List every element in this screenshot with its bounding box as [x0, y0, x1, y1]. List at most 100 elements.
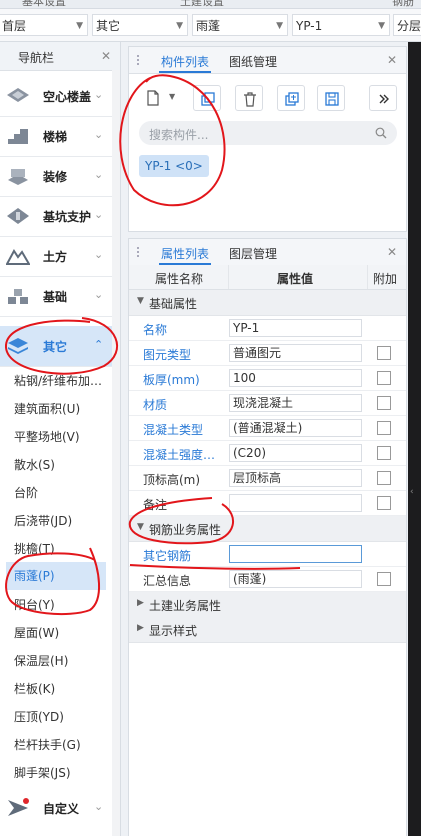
- property-value-field[interactable]: [229, 494, 362, 512]
- nav-subitem[interactable]: 后浇带(JD): [0, 507, 112, 535]
- nav-category-decoration[interactable]: 装修 ⌄: [0, 156, 112, 197]
- section-civil-properties[interactable]: ▶ 土建业务属性: [129, 592, 406, 618]
- tab-property-list[interactable]: 属性列表: [158, 245, 212, 265]
- new-component-button[interactable]: ▼: [139, 85, 181, 111]
- tab-basic-settings[interactable]: 基本设置: [22, 0, 66, 8]
- save-template-button[interactable]: [317, 85, 345, 111]
- nav-category-hollow-floor[interactable]: 空心楼盖 ⌄: [0, 76, 112, 117]
- property-row-other-rebar: 其它钢筋: [129, 542, 406, 567]
- nav-subitem[interactable]: 挑檐(T): [0, 535, 112, 563]
- nav-subitem[interactable]: 建筑面积(U): [0, 395, 112, 423]
- nav-subitem[interactable]: 栏杆扶手(G): [0, 731, 112, 759]
- nav-category-label: 装修: [43, 170, 68, 184]
- chevron-down-icon: ▼: [276, 21, 283, 31]
- nav-subitem[interactable]: 散水(S): [0, 451, 112, 479]
- nav-scrollbar[interactable]: [112, 70, 120, 836]
- category-select[interactable]: 其它 ▼: [92, 14, 188, 36]
- nav-subitem-selected[interactable]: 雨蓬(P): [6, 562, 106, 590]
- property-name: 其它钢筋: [143, 549, 192, 563]
- property-row-material: 材质 现浇混凝土: [129, 391, 406, 416]
- nav-category-foundation[interactable]: 基础 ⌄: [0, 276, 112, 317]
- component-panel-tabs: 构件列表 图纸管理 ✕: [129, 47, 406, 74]
- section-title: 显示样式: [149, 624, 198, 638]
- nav-subitem[interactable]: 保温层(H): [0, 647, 112, 675]
- chevron-down-icon: ⌄: [94, 288, 104, 301]
- nav-category-label: 其它: [43, 340, 68, 354]
- extra-checkbox[interactable]: [377, 371, 391, 385]
- section-rebar-properties[interactable]: ▼ 钢筋业务属性: [129, 516, 406, 542]
- chevron-down-icon[interactable]: ▼: [169, 92, 175, 101]
- close-icon[interactable]: ✕: [101, 49, 111, 63]
- nav-subitem[interactable]: 脚手架(JS): [0, 759, 112, 787]
- nav-category-label: 空心楼盖: [43, 90, 92, 104]
- nav-category-label: 基础: [43, 290, 68, 304]
- nav-category-label: 土方: [43, 250, 68, 264]
- nav-category-label: 楼梯: [43, 130, 68, 144]
- drag-handle[interactable]: [137, 55, 143, 65]
- nav-category-pit-support[interactable]: 基坑支护 ⌄: [0, 196, 112, 237]
- extra-checkbox[interactable]: [377, 446, 391, 460]
- nav-category-custom[interactable]: 自定义 ⌄: [0, 788, 112, 828]
- component-item[interactable]: YP-1 <0>: [139, 155, 209, 177]
- nav-subitem[interactable]: 台阶: [0, 479, 112, 507]
- nav-category-other[interactable]: 其它 ⌃: [0, 326, 112, 367]
- more-tools-button[interactable]: [369, 85, 397, 111]
- close-icon[interactable]: ✕: [387, 245, 397, 259]
- nav-subitem[interactable]: 压顶(YD): [0, 703, 112, 731]
- property-value-field-active[interactable]: [229, 545, 362, 563]
- delete-component-button[interactable]: [235, 85, 263, 111]
- drawing-viewport[interactable]: ‹: [408, 42, 421, 836]
- tab-rebar-settings[interactable]: 钢筋: [392, 0, 414, 8]
- property-value-field[interactable]: YP-1: [229, 319, 362, 337]
- nav-subitem[interactable]: 屋面(W): [0, 619, 112, 647]
- close-icon[interactable]: ✕: [387, 53, 397, 67]
- property-value-field[interactable]: 普通图元: [229, 344, 362, 362]
- section-title: 基础属性: [149, 297, 198, 311]
- extra-checkbox[interactable]: [377, 396, 391, 410]
- property-value-field[interactable]: 100: [229, 369, 362, 387]
- layers-icon: [8, 338, 28, 354]
- component-select[interactable]: YP-1 ▼: [292, 14, 390, 36]
- property-value-field[interactable]: 现浇混凝土: [229, 394, 362, 412]
- category-select-value: 其它: [96, 19, 121, 33]
- extra-checkbox[interactable]: [377, 496, 391, 510]
- property-value-field[interactable]: 层顶标高: [229, 469, 362, 487]
- nav-subitem[interactable]: 阳台(Y): [0, 591, 112, 619]
- duplicate-layer-button[interactable]: [277, 85, 305, 111]
- nav-subitem[interactable]: 粘钢/纤维布加…: [0, 367, 112, 395]
- search-icon[interactable]: [375, 127, 387, 139]
- nav-subitem[interactable]: 平整场地(V): [0, 423, 112, 451]
- tab-civil-settings[interactable]: 土建设置: [180, 0, 224, 8]
- chevron-down-icon: ⌄: [94, 168, 104, 181]
- nav-subitem[interactable]: 栏板(K): [0, 675, 112, 703]
- property-value-field[interactable]: (C20): [229, 444, 362, 462]
- extra-checkbox[interactable]: [377, 346, 391, 360]
- type-select[interactable]: 雨蓬 ▼: [192, 14, 288, 36]
- chevron-up-icon: ⌃: [94, 338, 104, 351]
- property-row-concrete-type: 混凝土类型 (普通混凝土): [129, 416, 406, 441]
- extra-checkbox[interactable]: [377, 421, 391, 435]
- extra-checkbox[interactable]: [377, 572, 391, 586]
- nav-category-stairs[interactable]: 楼梯 ⌄: [0, 116, 112, 157]
- tab-component-list[interactable]: 构件列表: [158, 53, 212, 73]
- property-row-top-elevation: 顶标高(m) 层顶标高: [129, 466, 406, 491]
- chevron-down-icon: ⌄: [94, 88, 104, 101]
- tab-drawing-management[interactable]: 图纸管理: [229, 53, 277, 70]
- floor-select[interactable]: 首层 ▼: [0, 14, 88, 36]
- property-value-field[interactable]: (雨蓬): [229, 570, 362, 588]
- component-search-input[interactable]: 搜索构件...: [139, 121, 397, 145]
- layer-select[interactable]: 分层: [393, 14, 421, 36]
- section-display-style[interactable]: ▶ 显示样式: [129, 617, 406, 643]
- copy-component-button[interactable]: [193, 85, 221, 111]
- panel-expand-handle-icon[interactable]: ‹: [410, 487, 414, 497]
- nav-category-label: 自定义: [43, 802, 80, 816]
- foundation-icon: [8, 289, 28, 304]
- property-value-field[interactable]: (普通混凝土): [229, 419, 362, 437]
- property-name: 名称: [143, 323, 168, 337]
- property-name: 混凝土强度…: [143, 448, 216, 462]
- tab-layer-management[interactable]: 图层管理: [229, 245, 277, 262]
- section-basic-properties[interactable]: ▼ 基础属性: [129, 290, 406, 316]
- nav-category-earthwork[interactable]: 土方 ⌄: [0, 236, 112, 277]
- drag-handle[interactable]: [137, 247, 143, 257]
- extra-checkbox[interactable]: [377, 471, 391, 485]
